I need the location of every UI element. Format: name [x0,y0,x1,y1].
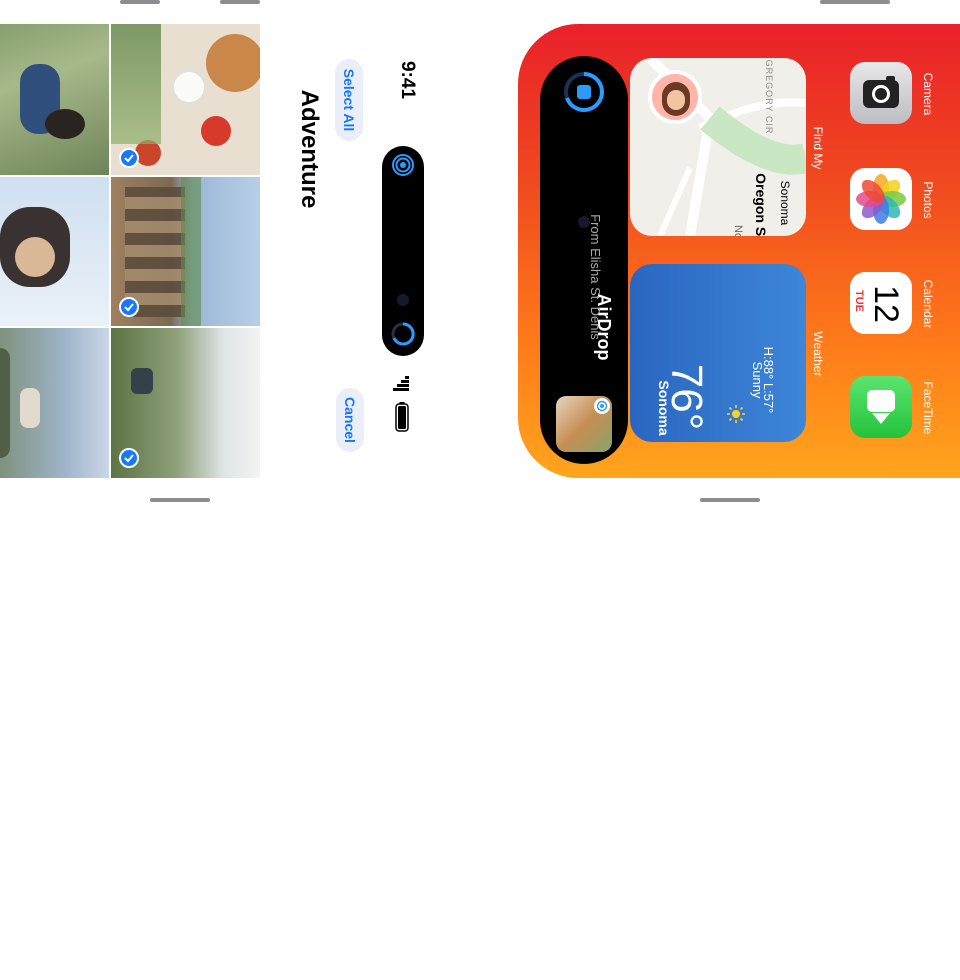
avatar [648,70,702,124]
find-my-city: Sonoma [778,180,792,226]
left-phone-side-button-3 [150,498,210,502]
airdrop-photo-thumbnail [556,396,612,452]
map-road-label: GREGORY CIR [764,59,774,135]
cancel-button[interactable]: Cancel [336,388,364,452]
photo-hillside-figure[interactable] [0,328,109,478]
weather-label: Weather [811,331,825,377]
photo-picnic-food[interactable] [111,24,260,175]
weather-temp: 76° [662,363,711,431]
weather-hilo: H:88° L:57° [761,346,777,414]
cellular-signal-icon [393,376,409,392]
photo-mother-and-child[interactable] [0,177,109,326]
facetime-app-icon[interactable] [850,376,912,438]
weather-widget[interactable]: Sonoma 76° Sunny H:88° L:57° [630,264,806,442]
calendar-app-icon[interactable]: TUE 12 [850,272,912,334]
camera-label: Camera [921,72,935,116]
find-my-widget[interactable]: GREGORY CIR Oregon St Sonoma Now [630,58,806,236]
find-my-street: Oregon St [753,173,769,236]
facetime-label: FaceTime [921,381,935,435]
select-all-button[interactable]: Select All [335,59,363,141]
find-my-label: Find My [811,126,825,170]
right-phone-screen: AirDrop From Elisha St. Denis GREGORY CI… [518,24,960,478]
airdrop-icon [392,154,414,176]
selected-check-icon [119,297,139,317]
camera-app-icon[interactable] [850,62,912,124]
progress-ring-icon [390,321,416,347]
photo-child-on-grass[interactable] [0,24,109,175]
front-camera [397,294,409,306]
airdrop-live-activity[interactable]: AirDrop From Elisha St. Denis [540,56,628,464]
calendar-date: 12 [867,285,906,323]
airdrop-sender: From Elisha St. Denis [588,214,604,340]
photo-victorian-houses[interactable] [111,177,260,326]
airdrop-badge-icon [594,398,610,414]
album-title: Adventure [296,89,323,209]
photos-label: Photos [921,181,935,219]
right-iphone-frame [0,490,520,980]
sun-icon [726,404,746,424]
right-phone-side-button-2 [700,498,760,502]
selected-check-icon [119,448,139,468]
photo-coastal-hills[interactable] [111,328,260,478]
photos-app-icon[interactable] [850,168,912,230]
calendar-day: TUE [853,290,865,312]
battery-icon [395,402,409,432]
progress-ring-icon [562,70,606,114]
dynamic-island[interactable] [382,146,424,356]
left-phone-side-button [120,0,160,4]
left-phone-screen: 9:41 Select All Adventure Cancel [0,24,443,478]
find-my-time: Now [732,224,744,236]
calendar-label: Calendar [921,279,935,329]
selected-check-icon [119,148,139,168]
right-phone-side-button [820,0,890,4]
status-time: 9:41 [397,60,418,100]
left-phone-side-button-2 [220,0,260,4]
